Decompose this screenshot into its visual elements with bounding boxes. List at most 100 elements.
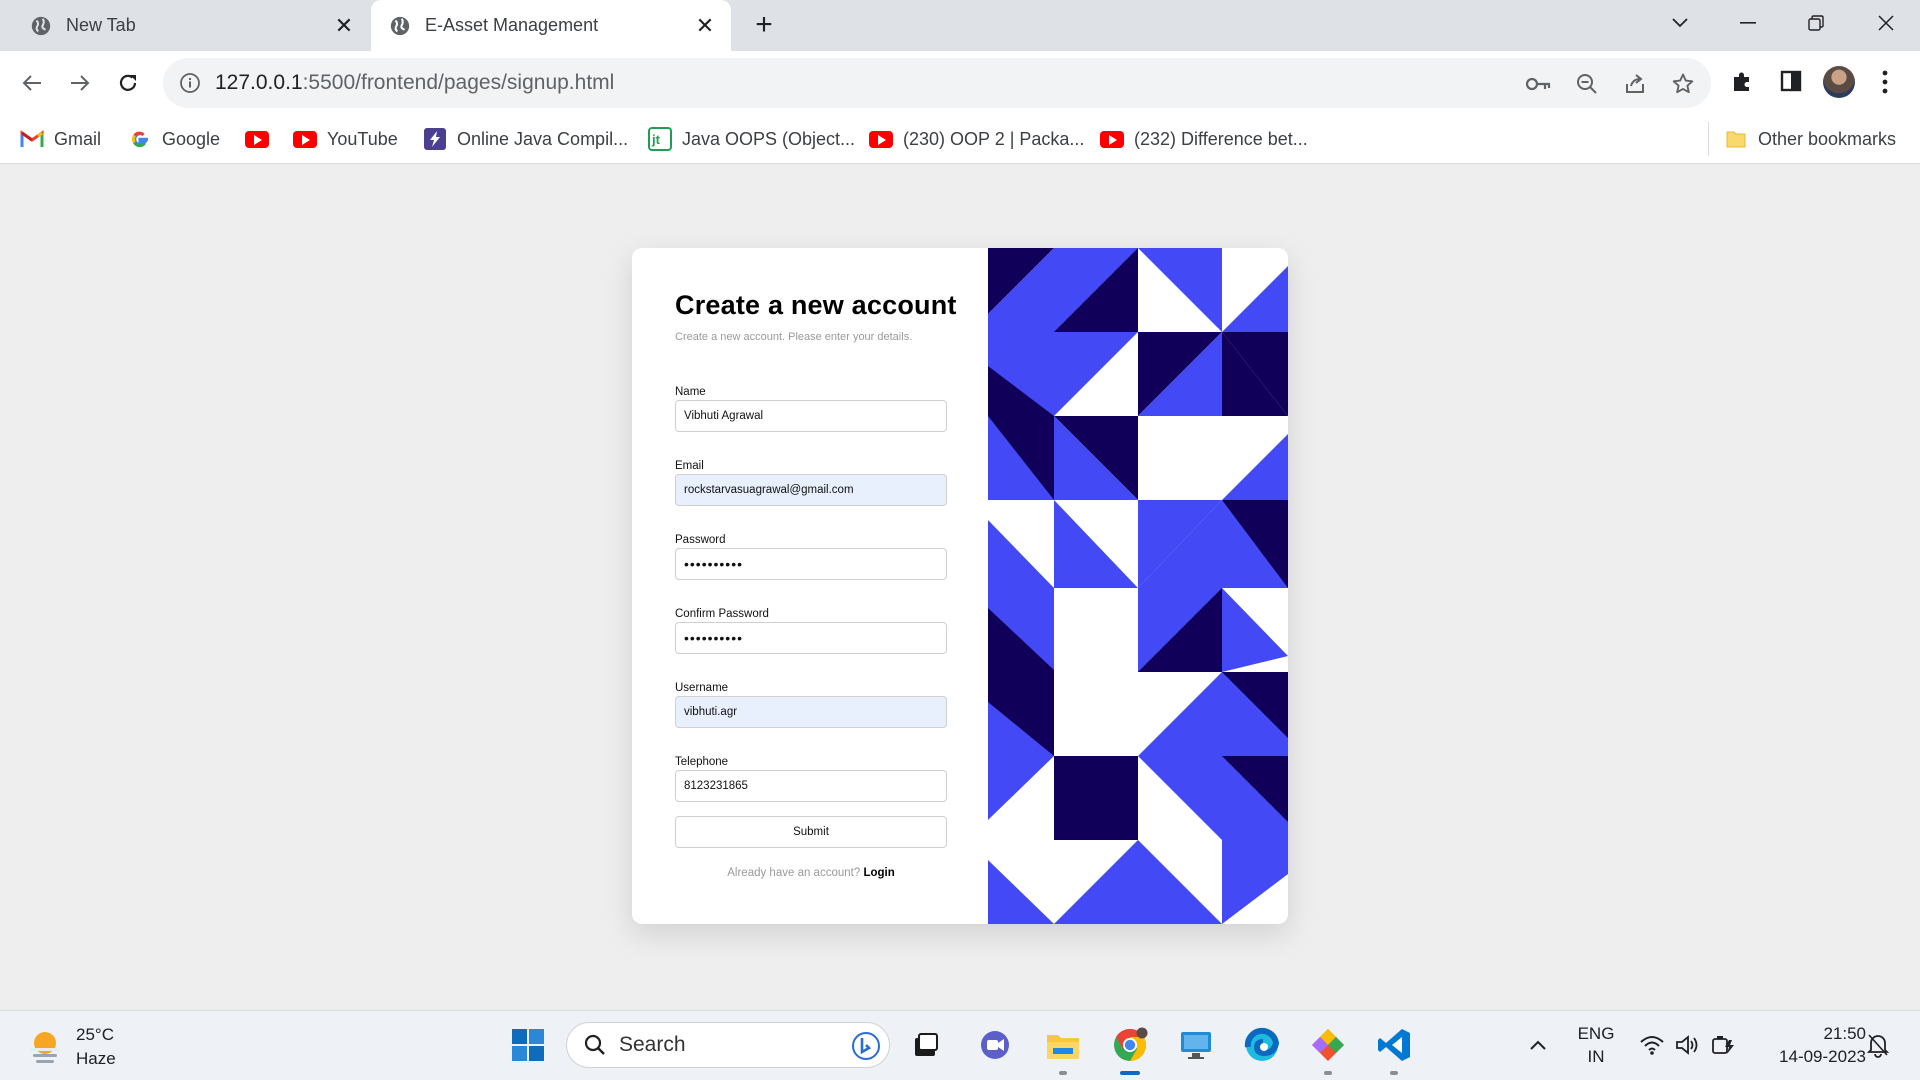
- url-path: :5500/frontend/pages/signup.html: [302, 71, 615, 94]
- bing-icon: [852, 1032, 880, 1060]
- zoom-out-icon[interactable]: [1573, 70, 1601, 98]
- volume-icon[interactable]: [1668, 1025, 1708, 1065]
- url-host: 127.0.0.1: [215, 71, 303, 94]
- bookmark-label: Java OOPS (Object...: [682, 128, 856, 149]
- submit-button[interactable]: Submit: [675, 816, 947, 848]
- tab-new-tab[interactable]: New Tab ✕: [12, 0, 370, 51]
- email-label: Email: [675, 460, 704, 472]
- bookmark-label: (230) OOP 2 | Packa...: [903, 128, 1085, 149]
- bookmark-label: Other bookmarks: [1758, 128, 1897, 149]
- weather-temp: 25°C: [76, 1025, 114, 1044]
- telephone-input[interactable]: [675, 770, 947, 802]
- show-hidden-icons[interactable]: [1518, 1025, 1558, 1065]
- bookmark-difference-between[interactable]: (232) Difference bet...: [1100, 126, 1308, 152]
- file-explorer-icon[interactable]: [1043, 1025, 1083, 1065]
- profile-avatar[interactable]: [1823, 66, 1855, 98]
- bookmark-star-icon[interactable]: [1669, 70, 1697, 98]
- bookmark-oop2-packages[interactable]: (230) OOP 2 | Packa...: [869, 126, 1084, 152]
- bookmark-youtube-icon-only[interactable]: [245, 126, 279, 152]
- tab-e-asset-management[interactable]: E-Asset Management ✕: [371, 0, 731, 51]
- haze-weather-icon: [30, 1032, 60, 1063]
- page-title: Create a new account: [675, 290, 957, 320]
- javatpoint-icon: jt: [648, 127, 672, 151]
- google-icon: [128, 129, 152, 149]
- bolt-icon: [423, 128, 447, 150]
- share-icon[interactable]: [1621, 70, 1649, 98]
- confirm-password-input[interactable]: [675, 622, 947, 654]
- git-tools-icon[interactable]: [1308, 1025, 1348, 1065]
- bookmark-label: YouTube: [327, 128, 398, 149]
- windows-start-icon[interactable]: [508, 1025, 548, 1065]
- password-label: Password: [675, 534, 726, 546]
- more-menu-icon[interactable]: [1875, 68, 1895, 96]
- browser-toolbar: 127.0.0.1:5500/frontend/pages/signup.htm…: [0, 51, 1920, 114]
- telephone-label: Telephone: [675, 756, 729, 768]
- url-text: 127.0.0.1:5500/frontend/pages/signup.htm…: [215, 71, 614, 95]
- youtube-icon: [293, 129, 317, 149]
- wifi-icon[interactable]: [1632, 1025, 1672, 1065]
- new-tab-button[interactable]: +: [748, 10, 780, 42]
- restore-button[interactable]: [1788, 0, 1844, 45]
- password-input[interactable]: [675, 548, 947, 580]
- taskbar: 25°C Haze Search ENG IN 21:50 14-09-2023: [0, 1010, 1920, 1080]
- bookmark-gmail[interactable]: Gmail: [20, 126, 101, 152]
- page-viewport: Create a new account Create a new accoun…: [0, 164, 1920, 1010]
- battery-charging-icon[interactable]: [1704, 1025, 1744, 1065]
- close-tab-icon[interactable]: ✕: [691, 12, 719, 40]
- bookmark-google[interactable]: Google: [128, 126, 220, 152]
- language-indicator[interactable]: ENG IN: [1574, 1022, 1618, 1068]
- lang-line2: IN: [1587, 1047, 1605, 1066]
- login-prompt-text: Already have an account?: [727, 867, 861, 879]
- notifications-icon[interactable]: [1858, 1025, 1898, 1065]
- running-indicator: [1324, 1071, 1332, 1075]
- key-icon[interactable]: [1525, 70, 1553, 98]
- site-info-icon[interactable]: [179, 72, 201, 94]
- back-button[interactable]: [14, 65, 50, 101]
- name-label: Name: [675, 386, 706, 398]
- search-label: Search: [619, 1033, 686, 1056]
- username-input[interactable]: [675, 696, 947, 728]
- svg-text:jt: jt: [651, 132, 661, 147]
- forward-button[interactable]: [62, 65, 98, 101]
- close-window-button[interactable]: [1858, 0, 1914, 45]
- remote-desktop-icon[interactable]: [1176, 1025, 1216, 1065]
- minimize-button[interactable]: [1720, 0, 1776, 45]
- bookmark-online-java-compiler[interactable]: Online Java Compil...: [423, 126, 628, 152]
- clock-date: 14-09-2023: [1779, 1047, 1866, 1066]
- close-tab-icon[interactable]: ✕: [330, 12, 358, 40]
- reload-button[interactable]: [110, 65, 146, 101]
- confirm-password-label: Confirm Password: [675, 608, 769, 620]
- running-indicator-active: [1120, 1071, 1140, 1075]
- other-bookmarks-folder[interactable]: Other bookmarks: [1724, 126, 1896, 152]
- chrome-icon[interactable]: [1110, 1025, 1150, 1065]
- folder-icon: [1724, 129, 1748, 149]
- weather-widget[interactable]: 25°C Haze: [26, 1023, 116, 1071]
- youtube-icon: [1100, 129, 1124, 149]
- email-input[interactable]: [675, 474, 947, 506]
- tab-strip: New Tab ✕ E-Asset Management ✕ +: [0, 0, 1920, 51]
- bookmarks-bar: Gmail Google YouTube Online Java Compil.…: [0, 114, 1920, 164]
- taskbar-search[interactable]: Search: [566, 1022, 890, 1068]
- bookmark-label: Google: [162, 128, 221, 149]
- username-label: Username: [675, 682, 729, 694]
- name-input[interactable]: [675, 400, 947, 432]
- address-bar[interactable]: 127.0.0.1:5500/frontend/pages/signup.htm…: [163, 58, 1711, 108]
- teams-chat-icon[interactable]: [975, 1025, 1015, 1065]
- tab-search-icon[interactable]: [1652, 0, 1708, 45]
- weather-desc: Haze: [76, 1049, 116, 1068]
- vscode-icon[interactable]: [1374, 1025, 1414, 1065]
- bookmark-label: Gmail: [54, 128, 102, 149]
- side-panel-icon[interactable]: [1776, 66, 1806, 96]
- bookmark-label: Online Java Compil...: [457, 128, 629, 149]
- edge-icon[interactable]: [1242, 1025, 1282, 1065]
- task-view-icon[interactable]: [906, 1025, 946, 1065]
- login-link[interactable]: Login: [863, 867, 894, 879]
- clock-time: 21:50: [1823, 1024, 1866, 1043]
- clock[interactable]: 21:50 14-09-2023: [1756, 1022, 1866, 1068]
- running-indicator: [1059, 1071, 1067, 1075]
- bookmark-java-oops[interactable]: jt Java OOPS (Object...: [648, 126, 855, 152]
- extensions-icon[interactable]: [1727, 66, 1757, 96]
- page-subtitle: Create a new account. Please enter your …: [675, 331, 913, 343]
- bookmark-youtube[interactable]: YouTube: [293, 126, 398, 152]
- signup-card: Create a new account Create a new accoun…: [632, 248, 1288, 924]
